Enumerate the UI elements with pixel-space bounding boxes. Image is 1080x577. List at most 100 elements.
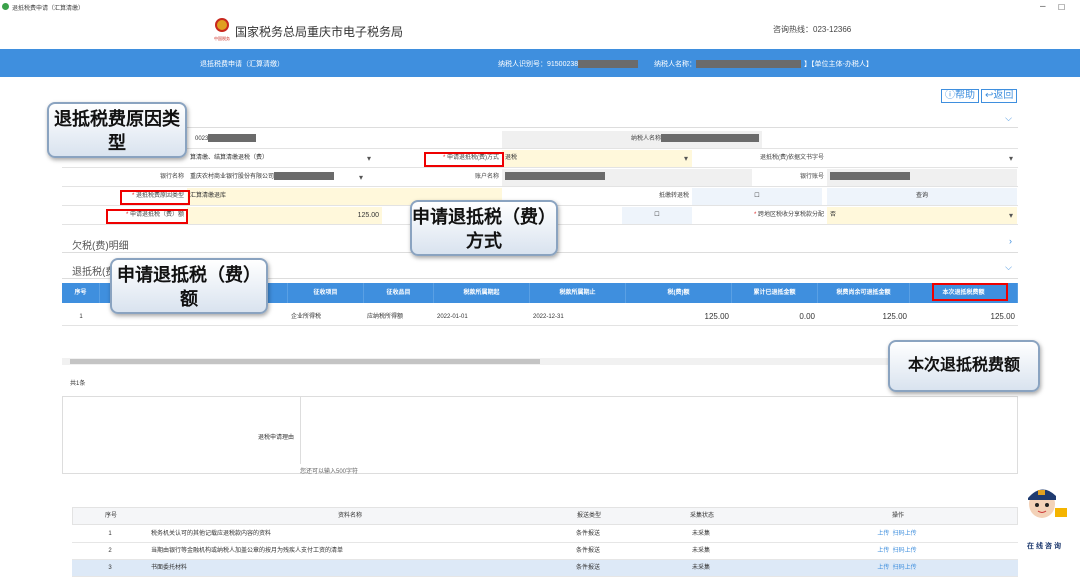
account-name-value [502,169,752,186]
callout-reason-type: 退抵税费原因类型 [47,102,187,158]
reason-hint: 您还可以输入500字符 [300,469,359,475]
page-name: 退抵税费申请（汇算清缴） [200,61,284,68]
taxpayer-id: 纳税人识别号：91500238 [498,59,639,69]
query-button[interactable]: 查询 [827,188,1017,205]
table-cell-5: 2022-01-01 [437,314,468,320]
callout-amount: 申请退抵税（费）额 [110,258,268,314]
docs-header-1: 资料名称 [337,513,362,519]
refund-doc-label: 退抵税(费)依据文书字号 [760,155,824,161]
callout-current-text: 本次退抵税费额 [907,357,1020,374]
reason-label: 退税申请理由 [258,435,295,441]
offset-checkbox-2[interactable]: ☐ [622,207,692,224]
docs-cell-no: 1 [108,531,112,537]
docs-ops: 上传 扫码上传 [776,543,1018,560]
table-header-7: 税(费)额 [626,283,732,303]
scan-upload-link[interactable]: 扫码上传 [893,565,917,571]
help-button[interactable]: ⓘ帮助 [941,89,979,103]
callout-method: 申请退抵税（费）方式 [410,200,558,256]
docs-cell-name: 当期由银行等金融机构或纳税人加盖公章的按月为残疾人支付工资的清单 [151,548,344,554]
docs-cell-name: 书面委托材料 [151,565,188,571]
list-item: 2 当期由银行等金融机构或纳税人加盖公章的按月为残疾人支付工资的清单 条件报送 未采集… [72,543,1018,560]
docs-table-header: 序号 资料名称 报送类型 采集状态 操作 [72,507,1018,525]
scrollbar-thumb[interactable] [70,359,540,364]
table-header-3: 征收项目 [288,283,364,303]
docs-cell-status: 未采集 [691,548,710,554]
reason-textarea[interactable] [300,397,1017,464]
window-title: 退抵税费申请（汇算清缴） [12,6,85,12]
taxpayer-name: 纳税人名称： [654,59,801,69]
table-cell-7: 125.00 [704,312,729,321]
callout-reason-type-line1: 退抵税费原因类型 [54,109,180,153]
table-cell-3: 企业所得税 [291,314,322,320]
form-panel-header[interactable]: ⌵ [62,108,1018,128]
emblem-text: 中国税务 [214,36,230,41]
chevron-down-icon[interactable]: ⌵ [1005,113,1012,124]
refund-doc-select[interactable] [827,150,1017,167]
table-header-4: 征收品目 [364,283,434,303]
docs-cell-no: 2 [108,548,112,554]
upload-link[interactable]: 上传 [877,548,889,554]
docs-header-4: 操作 [891,513,904,519]
table-header-0: 序号 [62,283,100,303]
cross-region-select[interactable]: 否 [827,207,1017,224]
refund-detail-title: 退抵税(费 [72,267,116,278]
assistant-avatar[interactable] [1024,482,1068,524]
assistant-label[interactable]: 在线咨询 [1027,541,1063,551]
docs-cell-type: 条件报送 [575,548,600,554]
minimize-icon[interactable]: – [1040,1,1046,12]
chevron-down-icon[interactable]: ⌵ [1005,262,1012,273]
table-header-5: 税款所属期起 [434,283,530,303]
table-header-8: 累计已退抵金额 [732,283,818,303]
role-label: 】【单位主体-办税人】 [804,61,873,68]
scan-upload-link[interactable]: 扫码上传 [893,548,917,554]
account-no-value [827,169,1017,186]
upload-link[interactable]: 上传 [877,531,889,537]
maximize-icon[interactable]: ☐ [1058,3,1065,12]
arrears-title: 欠税(费)明细 [72,241,129,252]
site-header [0,14,1080,48]
offset-checkbox[interactable]: ☐ [692,188,822,205]
table-cell-8: 0.00 [799,312,815,321]
back-button[interactable]: ↩返回 [981,89,1018,103]
toolbar: ⓘ帮助 ↩返回 [939,89,1018,103]
offset-label: 抵缴转退税 [658,193,689,199]
docs-cell-type: 条件报送 [575,531,600,537]
refund-reason-select[interactable]: 算清缴、结算清缴退税（费） [187,150,375,167]
highlight-method [424,152,504,167]
docs-cell-status: 未采集 [691,565,710,571]
cross-region-label: * 跨地区税收分享税款分配 [753,212,824,218]
callout-method-text: 申请退抵税（费）方式 [412,207,556,251]
docs-header-3: 采集状态 [689,513,714,519]
docs-cell-type: 条件报送 [575,565,600,571]
window-titlebar: 退抵税费申请（汇算清缴） – ☐ [0,0,1080,14]
site-title: 国家税务总局重庆市电子税务局 [235,25,404,39]
callout-amount-text: 申请退抵税（费）额 [117,265,261,309]
taxpayer-name-label: 纳税人名称 [502,131,762,148]
chevron-right-icon[interactable]: › [1009,236,1012,246]
form-row-2: 算清缴、结算清缴退税（费） * 申请退抵税(费)方式 退税 退抵税(费)依据文书… [62,150,1018,168]
hotline: 咨询热线：023-12366 [773,25,852,34]
table-cell-10[interactable]: 125.00 [910,308,1018,326]
bank-label: 银行名称 [159,174,184,180]
docs-ops: 上传 扫码上传 [776,526,1018,543]
callout-current: 本次退抵税费额 [888,340,1040,392]
refund-method-select[interactable]: 退税 [502,150,692,167]
highlight-current [932,283,1008,301]
docs-cell-status: 未采集 [691,531,710,537]
total-count: 共1条 [70,381,86,387]
tax-emblem-icon [215,18,229,32]
app-icon [2,3,9,10]
list-item: 3 书面委托材料 条件报送 未采集 上传 扫码上传 [72,560,1018,577]
scan-upload-link[interactable]: 扫码上传 [893,531,917,537]
docs-ops: 上传 扫码上传 [776,560,1018,577]
account-name-label: 账户名称 [474,174,499,180]
upload-link[interactable]: 上传 [877,565,889,571]
info-bar: 退抵税费申请（汇算清缴） 纳税人识别号：91500238 纳税人名称： 】【单位… [0,49,1080,77]
amount-input[interactable]: 125.00 [187,207,382,224]
highlight-amount [106,209,188,224]
table-cell-0: 1 [79,314,83,320]
docs-header-2: 报送类型 [576,513,601,519]
form-row-1: 0023 纳税人名称 [62,131,1018,149]
bank-select[interactable]: 重庆农村商业银行股份有限公司 [187,169,367,186]
table-cell-6: 2022-12-31 [533,314,564,320]
